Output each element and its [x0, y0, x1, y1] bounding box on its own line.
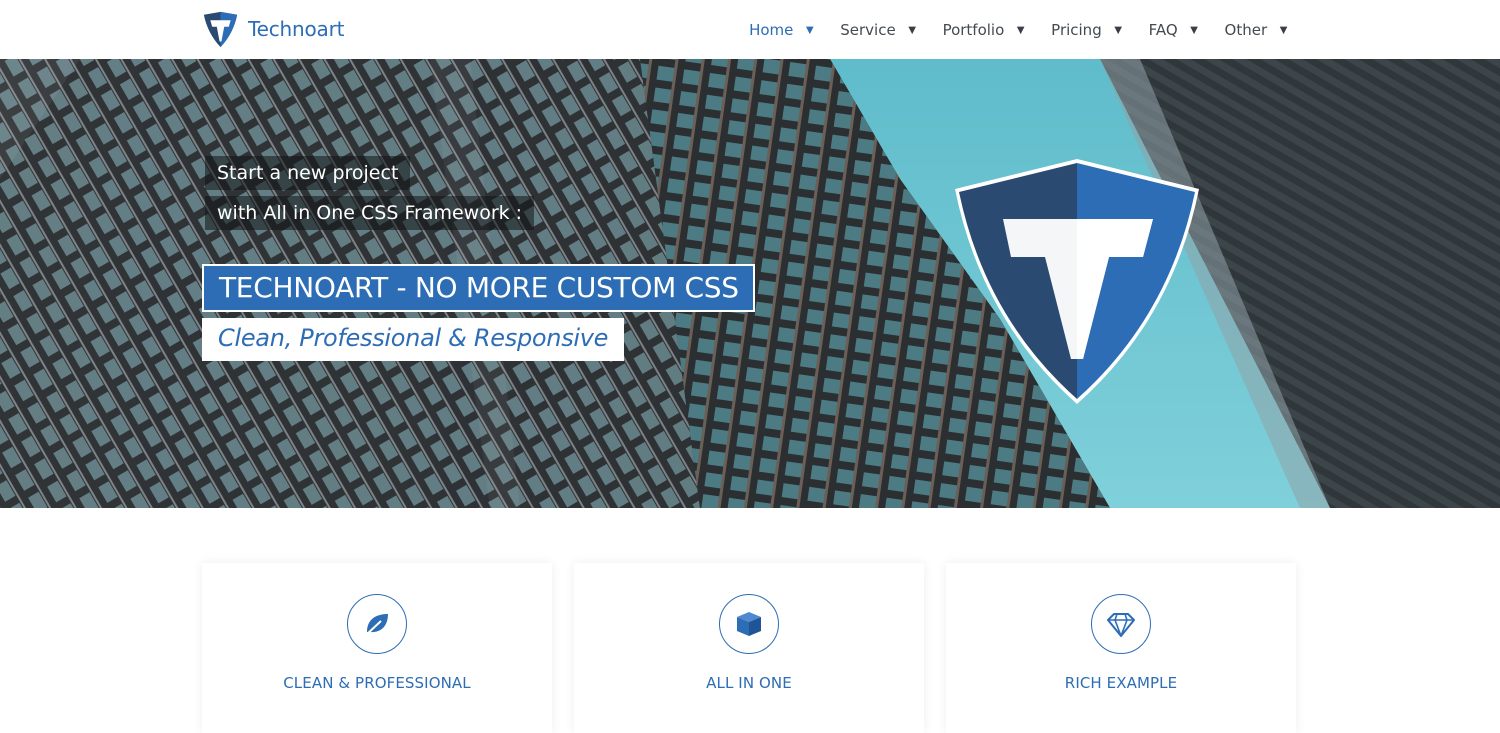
brand-name: Technoart [248, 17, 345, 41]
nav-label: Other [1224, 20, 1268, 39]
feature-title: RICH EXAMPLE [1064, 674, 1178, 692]
nav-item-faq[interactable]: FAQ ▼ [1149, 21, 1201, 39]
hero-section: Start a new project with All in One CSS … [0, 59, 1500, 508]
site-header: Technoart Home ▼ Service ▼ Portfolio ▼ P… [0, 0, 1500, 59]
nav-item-other[interactable]: Other ▼ [1225, 21, 1290, 39]
caret-down-icon: ▼ [1187, 22, 1201, 37]
hero-title: TECHNOART - NO MORE CUSTOM CSS [202, 264, 755, 312]
brand-link[interactable]: Technoart [202, 10, 344, 48]
nav-label: Pricing [1051, 20, 1102, 39]
caret-down-icon: ▼ [1277, 22, 1290, 37]
hero-kicker-line-1: Start a new project [205, 156, 411, 190]
nav-item-pricing[interactable]: Pricing ▼ [1051, 21, 1124, 39]
feature-title: CLEAN & PROFESSIONAL [283, 674, 471, 692]
leaf-icon [347, 594, 407, 654]
caret-down-icon: ▼ [1111, 22, 1125, 37]
shield-t-logo-icon [202, 11, 239, 48]
nav-item-portfolio[interactable]: Portfolio ▼ [943, 21, 1028, 39]
feature-card-all-in-one[interactable]: ALL IN ONE [574, 563, 924, 733]
nav-item-home[interactable]: Home ▼ [749, 21, 816, 39]
nav-label: FAQ [1148, 20, 1178, 39]
feature-card-clean-professional[interactable]: CLEAN & PROFESSIONAL [202, 563, 552, 733]
nav-label: Home [749, 20, 794, 39]
cube-icon [719, 594, 779, 654]
caret-down-icon: ▼ [1014, 22, 1028, 37]
diamond-icon [1091, 594, 1151, 654]
hero-subtitle: Clean, Professional & Responsive [202, 318, 625, 361]
shield-t-logo-icon [953, 159, 1201, 407]
caret-down-icon: ▼ [905, 22, 919, 37]
nav-label: Portfolio [942, 20, 1005, 39]
feature-title: ALL IN ONE [706, 674, 792, 692]
caret-down-icon: ▼ [803, 22, 817, 37]
nav-item-service[interactable]: Service ▼ [840, 21, 918, 39]
hero-kicker-line-2: with All in One CSS Framework : [205, 196, 535, 230]
feature-card-rich-example[interactable]: RICH EXAMPLE [946, 563, 1296, 733]
nav-label: Service [840, 20, 896, 39]
features-section: CLEAN & PROFESSIONAL ALL IN ONE RICH EXA… [0, 508, 1500, 733]
main-nav: Home ▼ Service ▼ Portfolio ▼ Pricing ▼ F… [725, 0, 1290, 59]
